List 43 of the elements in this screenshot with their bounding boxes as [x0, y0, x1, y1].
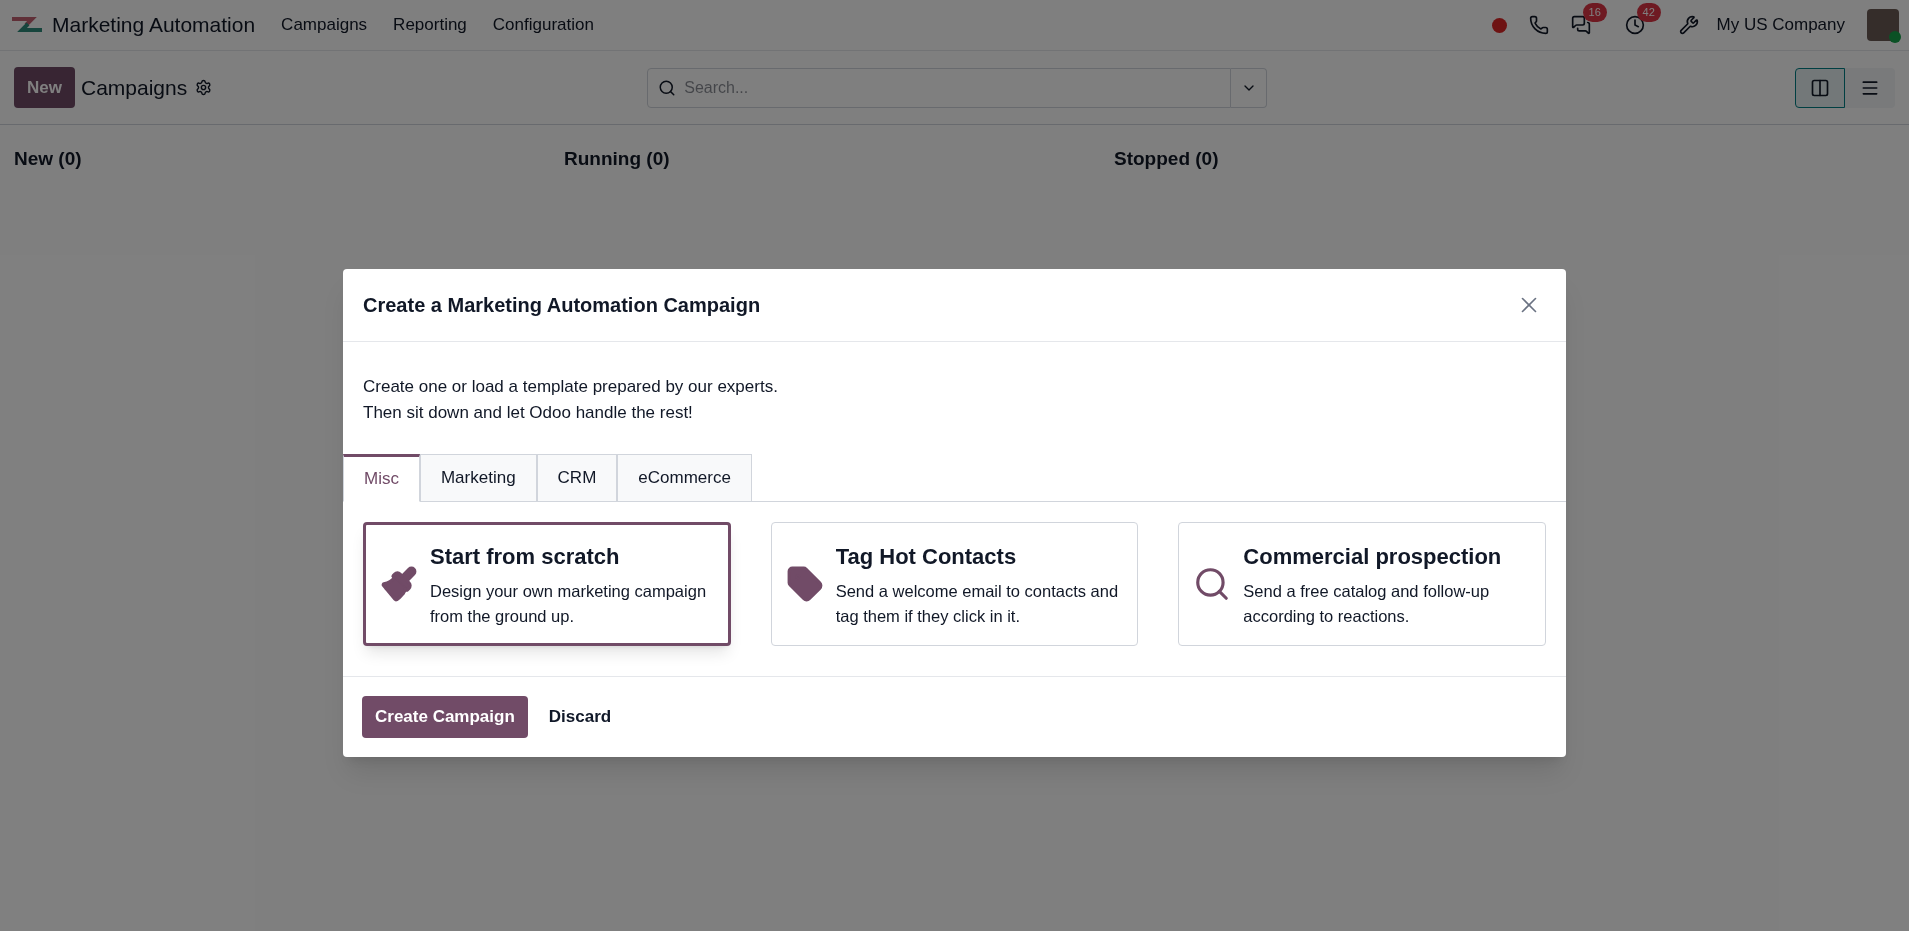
- template-title: Tag Hot Contacts: [835, 542, 1018, 571]
- tab[interactable]: Marketing: [419, 454, 537, 502]
- template-description: Send a welcome email to contacts and tag them if they click in it.: [835, 580, 1120, 627]
- template-card[interactable]: Tag Hot Contacts Send a welcome email to contacts and tag them if they click in it.: [770, 522, 1139, 646]
- menu-item[interactable]: Campaigns: [281, 12, 368, 38]
- tag-icon: [785, 565, 824, 603]
- activities-icon[interactable]: [1624, 15, 1645, 35]
- kanban-view-button[interactable]: [1795, 67, 1845, 108]
- intro-text: Create one or load a template prepared by our experts.: [363, 376, 779, 398]
- template-card[interactable]: Start from scratch Design your own marketing campaign from the ground up.: [363, 522, 731, 646]
- template-description: Send a free catalog and follow-up according to reactions.: [1243, 580, 1491, 627]
- menu-item[interactable]: Reporting: [393, 12, 467, 38]
- kanban-view-icon: [1810, 77, 1830, 98]
- messages-icon[interactable]: [1570, 15, 1591, 35]
- template-title: Commercial prospection: [1243, 542, 1503, 571]
- menu-item[interactable]: Configuration: [492, 12, 594, 38]
- tab[interactable]: Misc: [343, 454, 420, 502]
- tools-icon[interactable]: [1678, 15, 1699, 35]
- search-icon: [658, 78, 677, 97]
- kanban-column-title: New (0): [14, 147, 83, 171]
- dialog-title: Create a Marketing Automation Campaign: [363, 293, 761, 318]
- kanban-column-title: Stopped (0): [1114, 147, 1220, 171]
- list-view-button[interactable]: [1845, 67, 1895, 108]
- kanban-column-title: Running (0): [564, 147, 671, 171]
- template-title: Start from scratch: [430, 542, 621, 571]
- app-name[interactable]: Marketing Automation: [52, 9, 256, 41]
- page-title: Campaigns: [80, 74, 188, 101]
- create-campaign-button[interactable]: Create Campaign: [362, 696, 528, 738]
- paintbrush-icon: [380, 565, 418, 603]
- intro-text: Then sit down and let Odoo handle the rest!: [363, 402, 694, 424]
- activities-count: 42: [1636, 3, 1661, 22]
- template-card[interactable]: Commercial prospection Send a free catalog and follow-up according to reactions.: [1178, 522, 1546, 646]
- discard-button[interactable]: Discard: [535, 696, 625, 738]
- phone-icon[interactable]: [1528, 15, 1549, 35]
- search-bar[interactable]: Search...: [647, 67, 1232, 108]
- new-button[interactable]: New: [14, 66, 75, 109]
- messages-count: 16: [1582, 3, 1607, 22]
- tab[interactable]: CRM: [536, 454, 618, 502]
- company-name[interactable]: My US Company: [1716, 12, 1845, 38]
- tab[interactable]: eCommerce: [617, 454, 752, 502]
- search-field[interactable]: Search...: [684, 75, 1221, 100]
- settings-icon[interactable]: [195, 79, 213, 96]
- template-description: Design your own marketing campaign from the ground up.: [430, 580, 708, 627]
